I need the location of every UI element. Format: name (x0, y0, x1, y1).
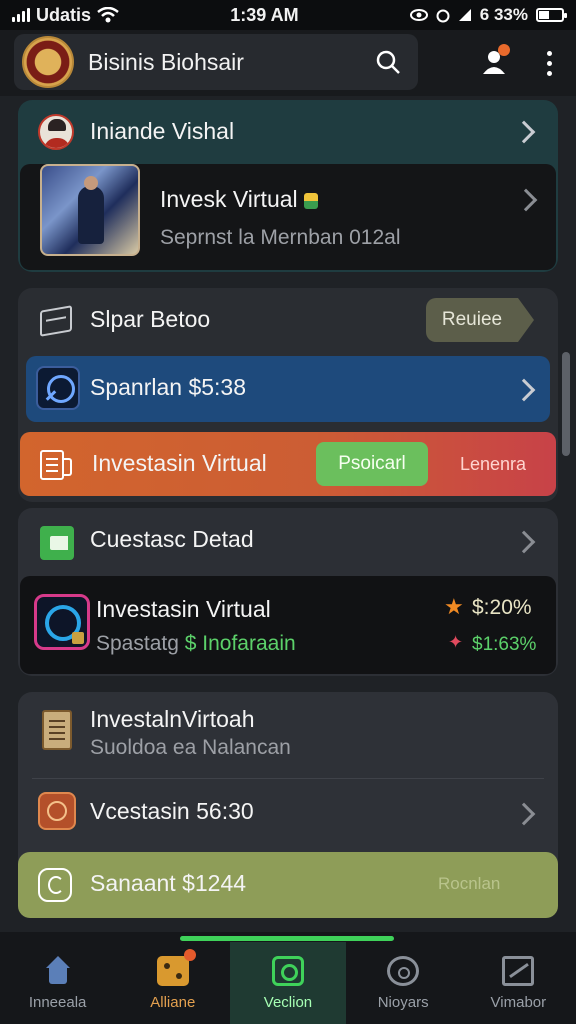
search-button[interactable] (368, 42, 408, 82)
confirm-button[interactable]: Psoicarl (316, 442, 428, 486)
featured-item[interactable]: Invesk Virtual Seprnst la Mernban 012al (20, 164, 556, 270)
ring-icon (387, 955, 420, 986)
nav-label-alliance: Alliane (150, 993, 196, 1011)
portfolio-item2-title[interactable]: Vcestasin 56:30 (90, 798, 254, 825)
balance-row-label: Spanrlan $5:38 (90, 374, 247, 400)
search-icon (376, 50, 400, 74)
details-item[interactable]: Investasin Virtual Spastatg $ Inofaraain… (20, 576, 556, 674)
app-ring-icon (34, 594, 90, 650)
wifi-icon (97, 7, 119, 23)
chevron-right-icon[interactable] (512, 120, 536, 144)
nav-item-selection[interactable]: Veclion (230, 942, 346, 1024)
scroll-icon (42, 710, 72, 750)
bottom-navigation: Inneeala Alliane Veclion Nioyars Vimabor (0, 932, 576, 1024)
investment-action-row[interactable]: Investasin Virtual Psoicarl Lenenra (20, 432, 556, 496)
clock: 1:39 AM (230, 4, 299, 25)
featured-item-title: Invesk Virtual (160, 186, 318, 213)
details-card: Cuestasc Detad Investasin Virtual Spasta… (18, 508, 558, 676)
investment-action-label: Investasin Virtual (92, 450, 267, 476)
eye-icon (409, 9, 428, 21)
chevron-right-icon (514, 188, 538, 212)
portfolio-card: InvestalnVirtoah Suoldoa ea Nalancan Vce… (18, 692, 558, 918)
actions-card-header: Slpar Betoo (90, 306, 211, 332)
details-item-title: Investasin Virtual (96, 596, 271, 622)
nav-label-players: Nioyars (377, 993, 429, 1011)
carrier-name: Udatis (36, 4, 92, 25)
signal-triangle-icon (458, 9, 471, 21)
star-icon: ★ (444, 594, 464, 619)
actions-card: Slpar Betoo Reuiee Spanrlan $5:38 Invest… (18, 288, 558, 502)
featured-card: Iniande Vishal Invesk Virtual Seprnst la… (18, 100, 558, 272)
featured-item-subtitle: Seprnst la Mernban 012al (160, 226, 401, 249)
details-card-header: Cuestasc Detad (90, 526, 254, 552)
notification-dot (498, 44, 510, 56)
leaf-icon (303, 192, 318, 209)
user-button[interactable] (474, 42, 514, 82)
chevron-right-icon[interactable] (512, 530, 536, 554)
reduce-tag-button[interactable]: Reuiee (426, 298, 534, 342)
chart-icon (502, 955, 535, 986)
nav-label-selection: Veclion (263, 993, 313, 1011)
portfolio-item1-subtitle: Suoldoa ea Nalancan (90, 736, 291, 759)
divider (32, 778, 544, 779)
savings-row[interactable]: Sanaant $1244 Rocnlan (18, 852, 558, 918)
scan-icon (271, 955, 304, 986)
chevron-right-icon[interactable] (512, 802, 536, 826)
status-right: 6 33% (409, 5, 567, 25)
app-title: Bisinis Biohsair (88, 48, 244, 75)
nav-label-home: Inneeala (28, 993, 87, 1011)
box-icon (40, 305, 72, 337)
nav-item-players[interactable]: Nioyars (346, 942, 461, 1024)
savings-row-label: Sanaant $1244 (90, 870, 247, 896)
status-left: Udatis (12, 5, 119, 26)
portfolio-item1-title: InvestalnVirtoah (90, 706, 255, 732)
scrollbar[interactable] (562, 352, 570, 456)
savings-action[interactable]: Rocnlan (438, 874, 500, 894)
featured-thumbnail (40, 164, 140, 256)
profile-avatar (38, 114, 74, 150)
coin-icon (38, 792, 76, 830)
clock-icon (38, 868, 72, 902)
nav-item-home[interactable]: Inneeala (0, 942, 115, 1024)
dice-icon (156, 948, 196, 986)
alarm-icon (436, 9, 450, 23)
chevron-right-icon (512, 378, 536, 402)
folder-icon (40, 526, 74, 560)
star-small-icon: ✦ (448, 632, 464, 652)
home-icon (42, 955, 74, 986)
value-bottom: $1:63% (472, 634, 537, 655)
battery-icon (535, 8, 567, 22)
value-top: $:20% (472, 596, 532, 619)
more-button[interactable] (534, 44, 564, 82)
featured-card-header: Iniande Vishal (90, 118, 235, 144)
signal-icon (12, 8, 30, 22)
app-bar-search-pill: Bisinis Biohsair (14, 34, 418, 90)
nav-item-monitor[interactable]: Vimabor (461, 942, 576, 1024)
balance-row[interactable]: Spanrlan $5:38 (26, 356, 550, 422)
document-icon (40, 450, 72, 480)
nav-item-alliance[interactable]: Alliane (115, 942, 230, 1024)
magnifier-badge-icon (36, 366, 80, 410)
active-indicator (180, 936, 394, 941)
secondary-button[interactable]: Lenenra (440, 442, 546, 486)
details-item-subtitle: Spastatg $ Inofaraain (96, 632, 296, 655)
app-bar: Bisinis Biohsair (0, 30, 576, 96)
status-bar: Udatis 1:39 AM 6 33% (0, 0, 576, 30)
battery-percent: 6 33% (479, 5, 528, 24)
app-logo[interactable] (22, 36, 74, 88)
nav-label-monitor: Vimabor (490, 993, 547, 1011)
